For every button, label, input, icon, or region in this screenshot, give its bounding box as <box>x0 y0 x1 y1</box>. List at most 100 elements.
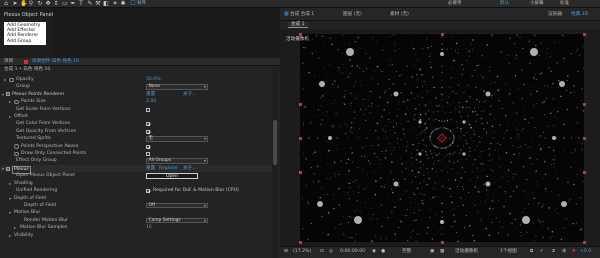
open-panel-button[interactable]: Open <box>146 173 198 179</box>
eraser-icon[interactable]: ◧ <box>103 1 109 7</box>
reset-link[interactable]: 重置 <box>146 91 155 98</box>
toggle-icon[interactable]: ⧉ <box>530 248 533 255</box>
depth-of-field-select[interactable]: Off <box>146 203 208 209</box>
opacity-from-vertices-checkbox[interactable] <box>146 129 150 134</box>
puppet-icon[interactable]: ✱ <box>120 1 126 7</box>
exposure-icon[interactable]: ✺ <box>572 248 576 255</box>
grid-icon[interactable]: ⊡ <box>320 248 324 255</box>
unified-rendering-checkbox[interactable] <box>146 189 150 194</box>
renderer-value[interactable]: 经典 3D <box>571 11 588 17</box>
plexus-point <box>443 120 446 122</box>
stopwatch-icon[interactable] <box>9 77 14 83</box>
zoom-level[interactable]: (17.2%) <box>293 248 311 255</box>
viewer-layer-label[interactable]: 图层 (无) <box>343 11 362 17</box>
stopwatch-icon[interactable] <box>14 151 19 157</box>
layer-handle[interactable] <box>298 170 302 174</box>
workspace-small[interactable]: 小屏幕 <box>530 1 544 7</box>
fast-preview-icon[interactable]: ⚡ <box>540 248 543 255</box>
perspective-aware-checkbox[interactable] <box>146 144 150 149</box>
pan-icon[interactable]: ✥ <box>45 1 51 7</box>
tab-effect-controls[interactable]: 效果控件 白色 纯色 10 <box>32 59 79 65</box>
viewer-footage-label[interactable]: 素材 (无) <box>390 11 409 17</box>
mask-icon[interactable]: ◎ <box>329 248 333 255</box>
fx-toggle-icon[interactable]: fx <box>6 166 10 171</box>
scrollbar-thumb[interactable] <box>272 120 277 165</box>
brush-icon[interactable]: ✎ <box>87 1 93 7</box>
plexus-point <box>379 96 381 98</box>
plexus-point <box>423 164 425 166</box>
layer-handle[interactable] <box>582 240 586 244</box>
about-link[interactable]: 关于... <box>183 91 197 98</box>
plexus-point <box>451 201 453 204</box>
region-icon[interactable]: ▣ <box>430 248 434 255</box>
stamp-icon[interactable]: ⚒ <box>95 1 101 7</box>
group-select[interactable]: None <box>146 84 208 90</box>
reset-link[interactable]: 重置 <box>146 165 155 172</box>
plexus-point <box>575 203 577 205</box>
timeline-icon[interactable]: ⧖ <box>552 248 555 255</box>
tab-comp-1[interactable]: 合成 1 <box>288 22 308 28</box>
plexus-point <box>506 130 508 132</box>
dolly-icon[interactable]: ⇕ <box>53 1 59 7</box>
snap-icon[interactable]: ☐ <box>130 1 136 7</box>
timecode[interactable]: 0:00:00:00 <box>340 248 365 255</box>
camera-select[interactable]: 活动摄像机 <box>455 248 478 255</box>
color-icon[interactable]: ● <box>381 248 385 255</box>
resolution-select[interactable]: 完整 <box>402 248 411 255</box>
zoom-icon[interactable]: ⚲ <box>28 1 34 7</box>
layer-handle[interactable] <box>582 136 586 140</box>
selection-icon[interactable]: ➤ <box>12 1 18 7</box>
layer-handle[interactable] <box>582 170 586 174</box>
orbit-icon[interactable]: ↻ <box>37 1 43 7</box>
layer-handle[interactable] <box>298 240 302 244</box>
menu-item-add-group[interactable]: Add Group <box>7 39 44 44</box>
workspace-standard[interactable]: 标准 <box>560 1 569 7</box>
flowchart-icon[interactable]: ⇶ <box>562 248 566 255</box>
text-icon[interactable]: T <box>78 1 84 7</box>
effect-only-group-select[interactable]: All Groups <box>146 158 208 164</box>
plexus-point <box>524 118 526 120</box>
plexus-point <box>476 98 478 101</box>
draw-connected-checkbox[interactable] <box>146 152 150 156</box>
color-from-vertices-checkbox[interactable] <box>146 122 150 127</box>
layer-handle[interactable] <box>440 240 444 244</box>
plexus-point <box>341 183 343 185</box>
view-count-select[interactable]: 1个视图 <box>500 248 517 255</box>
workspace-default[interactable]: 默认 <box>500 1 509 7</box>
home-icon[interactable]: ⌂ <box>3 1 9 7</box>
viewer-comp-label[interactable]: 合成 合成 1 <box>290 11 314 17</box>
about-link[interactable]: 关于... <box>183 165 197 172</box>
stopwatch-icon[interactable] <box>14 144 19 149</box>
motion-blur-samples-value[interactable]: 16 <box>146 224 152 231</box>
lock-icon[interactable] <box>24 60 28 64</box>
register-link[interactable]: Register <box>159 165 178 172</box>
layer-handle[interactable] <box>440 32 444 36</box>
points-size-value[interactable]: 2.00 <box>146 98 156 105</box>
pen-icon[interactable]: ✒ <box>70 1 76 7</box>
layer-handle[interactable] <box>582 102 586 106</box>
rect-icon[interactable]: ▭ <box>62 1 68 7</box>
textured-sprite-select[interactable]: 无 <box>146 136 208 142</box>
stopwatch-icon[interactable] <box>14 99 19 105</box>
opacity-value[interactable]: 50.0% <box>146 76 161 83</box>
transparency-icon[interactable]: ▩ <box>440 248 444 255</box>
layer-handle[interactable] <box>298 102 302 106</box>
scale-from-vertices-checkbox[interactable] <box>146 107 150 112</box>
plexus-point <box>452 153 454 155</box>
workspace-essentials[interactable]: 必要项 <box>448 1 462 7</box>
layer-handle[interactable] <box>298 32 302 36</box>
exposure-value[interactable]: +0.0 <box>580 248 591 255</box>
layer-handle[interactable] <box>582 32 586 36</box>
snapshot-icon[interactable]: ◉ <box>372 248 376 255</box>
hand-icon[interactable]: ✋ <box>20 1 27 7</box>
roto-icon[interactable]: ✶ <box>112 1 118 7</box>
plexus-point <box>332 124 334 126</box>
preview-icon[interactable]: ⊞ <box>284 248 288 255</box>
fx-toggle-icon[interactable]: fx <box>6 92 10 97</box>
plexus-point <box>450 195 452 198</box>
composition-canvas[interactable] <box>300 34 584 242</box>
layer-handle[interactable] <box>298 136 302 140</box>
render-motion-blur-select[interactable]: Comp Settings <box>146 217 208 224</box>
plexus-point <box>394 50 396 52</box>
tab-project[interactable]: 项目 <box>4 59 13 65</box>
